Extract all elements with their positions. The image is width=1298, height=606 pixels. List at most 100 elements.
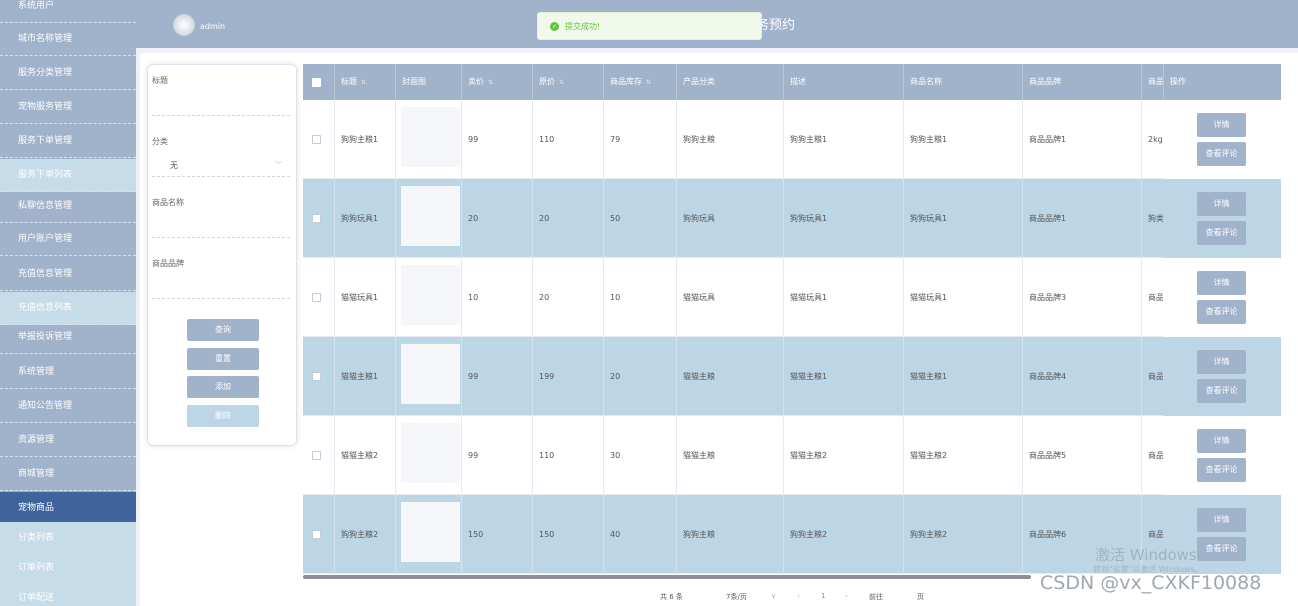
row-checkbox[interactable] (312, 214, 321, 223)
sort-icon[interactable]: ⇅ (361, 79, 366, 86)
cell-desc: 猫猫玩具1 (783, 258, 903, 337)
cell-name: 猫猫主粮2 (903, 416, 1022, 495)
detail-button[interactable]: 详情 (1197, 113, 1246, 137)
reset-button[interactable]: 重置 (187, 348, 259, 370)
view-reviews-button[interactable]: 查看评论 (1197, 458, 1246, 482)
cell-brand: 商品品牌1 (1022, 179, 1141, 258)
column-header[interactable]: 标题 ⇅ (334, 64, 395, 100)
cover-image (401, 265, 460, 325)
column-header: 操作 (1163, 64, 1281, 100)
product-name-input[interactable] (152, 237, 290, 238)
page-number[interactable]: 1 (821, 592, 825, 600)
chevron-down-icon[interactable]: ∨ (771, 592, 776, 600)
category-label: 分类 (152, 137, 168, 146)
sidebar-item[interactable]: 宠物服务管理 (0, 91, 136, 124)
table-row[interactable]: 狗狗玩具1 20 20 50 狗狗玩具 狗狗玩具1 狗狗玩具1 商品品牌1 狗类 详情 查看评论 (303, 179, 1281, 258)
title-input[interactable] (152, 115, 290, 116)
brand-input[interactable] (152, 298, 290, 299)
column-header-label: 商品名称 (910, 77, 942, 86)
column-header: 商品 (1141, 64, 1163, 100)
category-underline (152, 176, 290, 177)
sidebar-item[interactable]: 服务分类管理 (0, 57, 136, 90)
sidebar-item[interactable]: 系统用户 (0, 0, 136, 23)
detail-button[interactable]: 详情 (1197, 192, 1246, 216)
cell-stock: 40 (603, 495, 676, 574)
category-select[interactable]: 无 (170, 160, 178, 171)
sidebar-item[interactable]: 用户账户管理 (0, 223, 136, 256)
cell-name: 猫猫主粮1 (903, 337, 1022, 416)
row-checkbox[interactable] (312, 451, 321, 460)
column-header-label: 产品分类 (683, 77, 715, 86)
sidebar-item[interactable]: 订单列表 (0, 552, 136, 585)
cell-stock: 30 (603, 416, 676, 495)
sort-icon[interactable]: ⇅ (488, 79, 493, 86)
sidebar-item[interactable]: 充值信息管理 (0, 258, 136, 291)
view-reviews-button[interactable]: 查看评论 (1197, 221, 1246, 245)
column-header[interactable]: 卖价 ⇅ (461, 64, 532, 100)
prev-page-icon[interactable]: ‹ (797, 592, 800, 600)
cell-orig: 199 (532, 337, 603, 416)
view-reviews-button[interactable]: 查看评论 (1197, 379, 1246, 403)
sidebar-item[interactable]: 通知公告管理 (0, 390, 136, 423)
avatar[interactable] (173, 14, 195, 36)
cell-desc: 狗狗主粮1 (783, 100, 903, 179)
sidebar-item[interactable]: 宠物商品 (0, 492, 136, 525)
cell-title: 猫猫主粮1 (334, 337, 395, 416)
column-header: 产品分类 (676, 64, 783, 100)
detail-button[interactable]: 详情 (1197, 350, 1246, 374)
detail-button[interactable]: 详情 (1197, 271, 1246, 295)
sort-icon[interactable]: ⇅ (559, 79, 564, 86)
sidebar-item[interactable]: 服务下单列表 (0, 159, 136, 192)
cell-desc: 猫猫主粮1 (783, 337, 903, 416)
page-size-select[interactable]: 7条/页 (726, 592, 747, 602)
delete-button[interactable]: 删除 (187, 405, 259, 427)
view-reviews-button[interactable]: 查看评论 (1197, 142, 1246, 166)
sidebar-item[interactable]: 订单配送 (0, 582, 136, 606)
csdn-watermark: CSDN @vx_CXKF10088 (1040, 572, 1262, 594)
column-header: 描述 (783, 64, 903, 100)
column-header[interactable]: 原价 ⇅ (532, 64, 603, 100)
cell-brand: 商品品牌5 (1022, 416, 1141, 495)
row-checkbox[interactable] (312, 530, 321, 539)
detail-button[interactable]: 详情 (1197, 508, 1246, 532)
sort-icon[interactable]: ⇅ (646, 79, 651, 86)
cell-name: 狗狗主粮2 (903, 495, 1022, 574)
chevron-down-icon[interactable]: ﹀ (275, 160, 282, 170)
row-actions: 详情 查看评论 (1163, 416, 1281, 495)
add-button[interactable]: 添加 (187, 376, 259, 398)
sidebar-item[interactable]: 分类列表 (0, 522, 136, 555)
row-actions: 详情 查看评论 (1163, 258, 1281, 337)
view-reviews-button[interactable]: 查看评论 (1197, 300, 1246, 324)
sidebar-item[interactable]: 商城管理 (0, 458, 136, 491)
column-header: 封面图 (395, 64, 461, 100)
cell-orig: 150 (532, 495, 603, 574)
cell-stock: 20 (603, 337, 676, 416)
table-row[interactable]: 猫猫主粮2 99 110 30 猫猫主粮 猫猫主粮2 猫猫主粮2 商品品牌5 商品 详情 查看评论 (303, 416, 1281, 495)
row-checkbox[interactable] (312, 372, 321, 381)
username[interactable]: admin (200, 22, 225, 31)
table-header: 标题 ⇅ 封面图 卖价 ⇅ 原价 ⇅ 商品库存 ⇅ 产品分类 描述 商品名称 商品品牌 商品 操作 (303, 64, 1281, 100)
page-unit-label: 页 (917, 593, 924, 601)
table-row[interactable]: 狗狗主粮1 99 110 79 狗狗主粮 狗狗主粮1 狗狗主粮1 商品品牌1 2kg 详情 查看评论 (303, 100, 1281, 179)
detail-button[interactable]: 详情 (1197, 429, 1246, 453)
cell-brand: 商品品牌1 (1022, 100, 1141, 179)
sidebar-item[interactable]: 城市名称管理 (0, 23, 136, 56)
column-header[interactable]: 商品库存 ⇅ (603, 64, 676, 100)
select-all-checkbox[interactable] (312, 78, 321, 87)
next-page-icon[interactable]: › (845, 592, 848, 600)
sidebar-item[interactable]: 资源管理 (0, 424, 136, 457)
cover-image (401, 344, 460, 404)
sidebar-item[interactable]: 服务下单管理 (0, 125, 136, 158)
sidebar-item[interactable]: 举报投诉管理 (0, 321, 136, 354)
cell-orig: 110 (532, 416, 603, 495)
row-checkbox[interactable] (312, 293, 321, 302)
sidebar-item[interactable]: 系统管理 (0, 356, 136, 389)
table-row[interactable]: 猫猫玩具1 10 20 10 猫猫玩具 猫猫玩具1 猫猫玩具1 商品品牌3 商品 详情 查看评论 (303, 258, 1281, 337)
sidebar-item[interactable]: 私聊信息管理 (0, 190, 136, 223)
row-checkbox[interactable] (312, 135, 321, 144)
horizontal-scrollbar[interactable] (303, 575, 1031, 579)
view-reviews-button[interactable]: 查看评论 (1197, 537, 1246, 561)
total-count: 共 6 条 (660, 593, 683, 601)
query-button[interactable]: 查询 (187, 319, 259, 341)
table-row[interactable]: 猫猫主粮1 99 199 20 猫猫主粮 猫猫主粮1 猫猫主粮1 商品品牌4 商品 详情 查看评论 (303, 337, 1281, 416)
